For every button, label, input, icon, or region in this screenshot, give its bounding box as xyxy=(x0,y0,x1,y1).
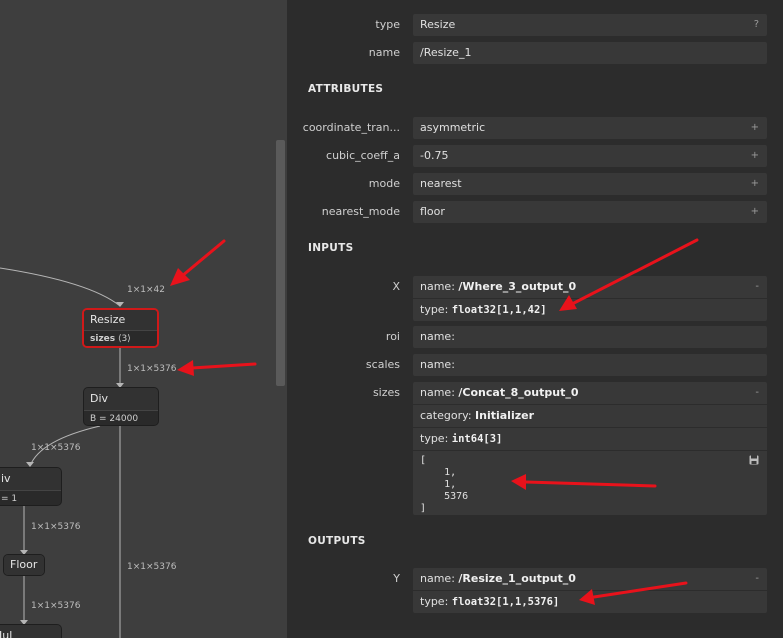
node-title: Iul xyxy=(0,625,61,638)
vertical-scrollbar[interactable] xyxy=(276,140,285,386)
properties-panel: type Resize? name /Resize_1 ATTRIBUTES c… xyxy=(287,0,783,638)
node-floor[interactable]: Floor xyxy=(3,554,45,576)
outputs-header: OUTPUTS xyxy=(308,535,366,547)
attribute-nearest-mode[interactable]: floor + xyxy=(413,201,767,223)
input-category: Initializer xyxy=(475,409,535,422)
attributes-header: ATTRIBUTES xyxy=(308,83,384,95)
attribute-name: sizes xyxy=(90,334,116,344)
node-div[interactable]: Div B = 24000 xyxy=(83,387,159,426)
attribute-label: mode xyxy=(368,177,400,190)
attribute-value: asymmetric xyxy=(420,121,486,134)
type-label: type xyxy=(375,18,400,31)
node-mul[interactable]: Iul xyxy=(0,624,62,638)
output-type: float32[1,1,5376] xyxy=(451,596,560,608)
attribute-label: cubic_coeff_a xyxy=(326,149,400,162)
node-attribute: sizes ⟨3⟩ xyxy=(84,330,157,346)
output-y[interactable]: name: /Resize_1_output_0 - type: float32[… xyxy=(413,568,767,613)
tensor-data: [ 1, 1, 5376 ] xyxy=(420,455,469,514)
name-key: name: xyxy=(420,358,455,371)
edge-into-resize xyxy=(0,267,121,307)
expand-icon[interactable]: + xyxy=(751,201,759,223)
name-value: /Resize_1 xyxy=(420,46,472,59)
category-key: category: xyxy=(420,409,472,422)
input-type: int64[3] xyxy=(451,433,503,445)
input-roi[interactable]: name: xyxy=(413,326,767,348)
expand-icon[interactable]: + xyxy=(751,173,759,195)
input-sizes[interactable]: name: /Concat_8_output_0 - category: Init… xyxy=(413,382,767,515)
shape-label: 1×1×5376 xyxy=(31,522,81,532)
attribute-value: ⟨3⟩ xyxy=(118,334,131,344)
collapse-icon[interactable]: - xyxy=(755,276,759,298)
name-key: name: xyxy=(420,572,455,585)
graph-canvas[interactable]: 1×1×42 1×1×5376 1×1×5376 1×1×5376 1×1×53… xyxy=(0,0,287,638)
attribute-cubic-coeff[interactable]: -0.75 + xyxy=(413,145,767,167)
input-roi-label: roi xyxy=(385,330,400,343)
shape-label: 1×1×5376 xyxy=(127,562,177,572)
type-key: type: xyxy=(420,595,449,608)
type-field[interactable]: Resize? xyxy=(413,14,767,36)
output-name: /Resize_1_output_0 xyxy=(458,572,576,585)
shape-label: 1×1×5376 xyxy=(127,364,177,374)
name-label: name xyxy=(368,46,400,59)
name-field[interactable]: /Resize_1 xyxy=(413,42,767,64)
attribute-value: floor xyxy=(420,205,445,218)
shape-label: 1×1×42 xyxy=(127,285,165,295)
type-key: type: xyxy=(420,303,449,316)
expand-icon[interactable]: + xyxy=(751,145,759,167)
input-sizes-label: sizes xyxy=(372,386,400,399)
input-type: float32[1,1,42] xyxy=(451,304,547,316)
shape-label: 1×1×5376 xyxy=(31,443,81,453)
edge-arrowhead xyxy=(116,302,124,307)
node-resize[interactable]: Resize sizes ⟨3⟩ xyxy=(82,308,159,348)
shape-label: 1×1×5376 xyxy=(31,601,81,611)
node-attribute: = 1 xyxy=(0,490,61,505)
input-name: /Where_3_output_0 xyxy=(458,280,577,293)
node-title: Div xyxy=(84,388,158,410)
input-x-label: X xyxy=(392,280,400,293)
expand-icon[interactable]: + xyxy=(751,117,759,139)
attribute-label: coordinate_tran... xyxy=(302,121,400,134)
help-icon[interactable]: ? xyxy=(754,14,759,36)
node-attribute: B = 24000 xyxy=(84,410,158,425)
collapse-icon[interactable]: - xyxy=(755,568,759,590)
name-key: name: xyxy=(420,280,455,293)
attribute-value: nearest xyxy=(420,177,462,190)
node-title: iv xyxy=(0,468,61,490)
attribute-mode[interactable]: nearest + xyxy=(413,173,767,195)
output-y-label: Y xyxy=(393,572,400,585)
input-scales[interactable]: name: xyxy=(413,354,767,376)
inputs-header: INPUTS xyxy=(308,242,354,254)
attribute-label: nearest_mode xyxy=(321,205,400,218)
node-title: Floor xyxy=(4,555,44,575)
input-x[interactable]: name: /Where_3_output_0 - type: float32[1… xyxy=(413,276,767,321)
type-key: type: xyxy=(420,432,449,445)
save-icon[interactable] xyxy=(749,455,759,465)
node-div-left[interactable]: iv = 1 xyxy=(0,467,62,506)
collapse-icon[interactable]: - xyxy=(755,382,759,404)
name-key: name: xyxy=(420,330,455,343)
input-name: /Concat_8_output_0 xyxy=(458,386,579,399)
type-value: Resize xyxy=(420,18,456,31)
input-scales-label: scales xyxy=(365,358,400,371)
attribute-value: -0.75 xyxy=(420,149,449,162)
name-key: name: xyxy=(420,386,455,399)
attribute-coordinate-transformation[interactable]: asymmetric + xyxy=(413,117,767,139)
node-title: Resize xyxy=(84,310,157,330)
